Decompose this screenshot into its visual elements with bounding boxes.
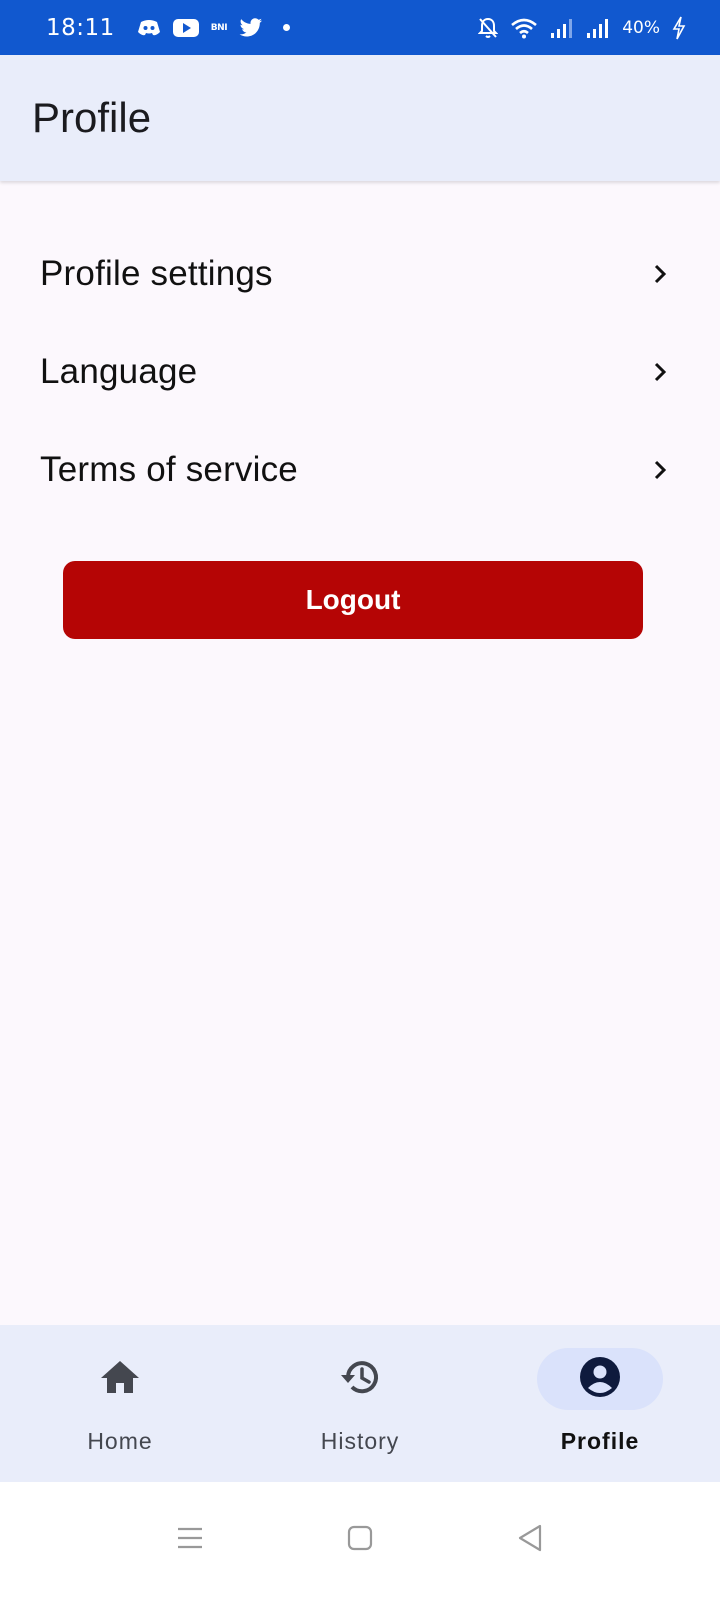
nav-item-profile[interactable]: Profile — [480, 1325, 720, 1482]
nav-pill — [297, 1348, 423, 1410]
wifi-icon — [510, 17, 538, 39]
menu-item-label: Terms of service — [40, 450, 298, 489]
status-bar: 18:11 BNI 40% — [0, 0, 720, 55]
home-square-icon[interactable] — [335, 1513, 385, 1563]
home-icon — [99, 1359, 141, 1400]
charging-icon — [672, 16, 686, 40]
dot-icon — [283, 24, 291, 31]
page-title: Profile — [32, 94, 152, 141]
menu-item-terms-of-service[interactable]: Terms of service — [0, 421, 720, 519]
bottom-navigation: Home History Profile — [0, 1325, 720, 1482]
back-triangle-icon[interactable] — [505, 1513, 555, 1563]
menu-item-label: Profile settings — [40, 254, 273, 293]
app-bar: Profile — [0, 55, 720, 181]
chevron-right-icon — [652, 361, 668, 383]
status-time: 18:11 — [46, 14, 115, 41]
discord-icon — [137, 18, 161, 38]
nav-pill-active — [537, 1348, 663, 1410]
nav-item-history[interactable]: History — [240, 1325, 480, 1482]
bni-icon: BNI — [210, 22, 228, 33]
signal-icon — [586, 17, 610, 39]
menu-item-profile-settings[interactable]: Profile settings — [0, 225, 720, 323]
menu-icon[interactable] — [165, 1513, 215, 1563]
nav-pill — [57, 1348, 183, 1410]
battery-level: 40% — [622, 17, 660, 38]
status-right: 40% — [478, 16, 686, 40]
signal-icon — [550, 17, 574, 39]
system-navigation-bar — [0, 1482, 720, 1600]
nav-label-home: Home — [87, 1428, 153, 1454]
history-icon — [338, 1357, 382, 1402]
menu-item-label: Language — [40, 352, 198, 391]
logout-button[interactable]: Logout — [63, 561, 643, 639]
twitter-icon — [239, 17, 263, 38]
chevron-right-icon — [652, 459, 668, 481]
chevron-right-icon — [652, 263, 668, 285]
nav-label-profile: Profile — [560, 1428, 640, 1454]
nav-label-history: History — [320, 1428, 400, 1454]
menu-item-language[interactable]: Language — [0, 323, 720, 421]
status-left: 18:11 BNI — [46, 14, 291, 41]
account-circle-icon — [579, 1356, 621, 1403]
youtube-icon — [172, 18, 199, 37]
nav-item-home[interactable]: Home — [0, 1325, 240, 1482]
settings-menu: Profile settings Language Terms of servi… — [0, 225, 720, 519]
mute-bell-icon — [478, 17, 499, 39]
